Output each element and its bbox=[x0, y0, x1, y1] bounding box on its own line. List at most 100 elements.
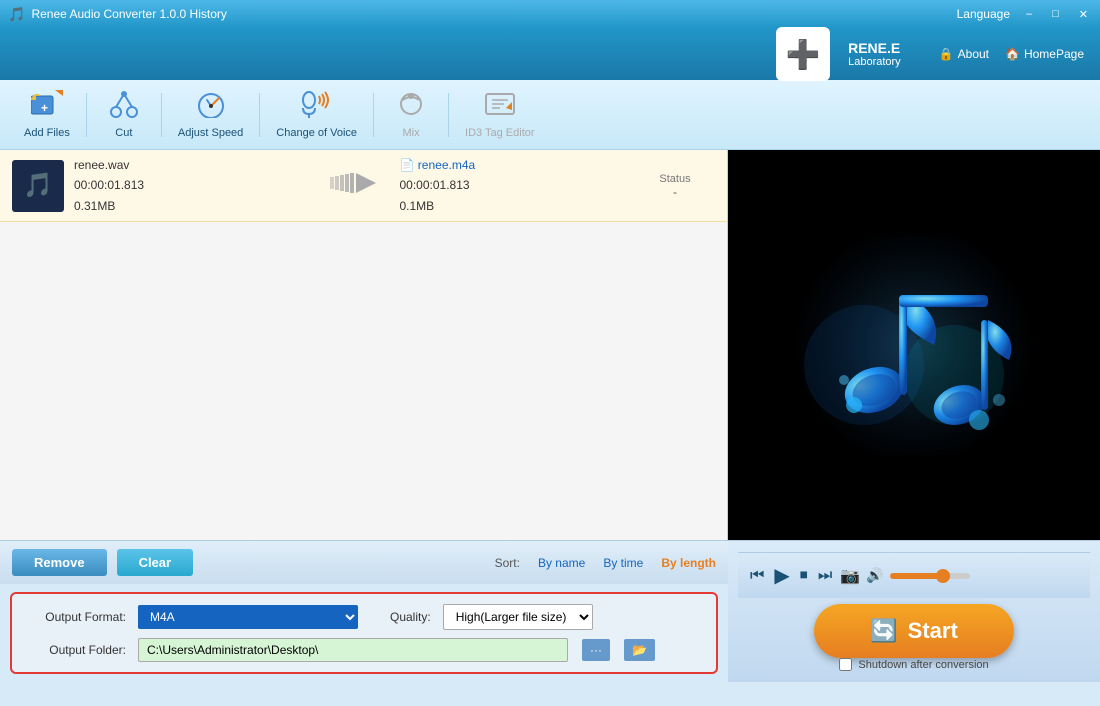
folder-row: Output Folder: ··· 📂 bbox=[26, 638, 702, 662]
top-nav: 🔒 About 🏠 HomePage bbox=[939, 47, 1084, 61]
sort-by-name[interactable]: By name bbox=[538, 556, 585, 570]
table-row: 🎵 renee.wav 00:00:01.813 0.31MB bbox=[0, 150, 727, 222]
volume-slider[interactable] bbox=[890, 573, 970, 579]
about-link[interactable]: 🔒 About bbox=[939, 47, 989, 61]
minimize-button[interactable]: – bbox=[1022, 6, 1036, 22]
logo-name: RENE.E bbox=[848, 40, 901, 56]
format-row: Output Format: M4A Quality: High(Larger … bbox=[26, 604, 702, 630]
add-files-label: Add Files bbox=[24, 127, 70, 139]
bottom-controls: Remove Clear Sort: By name By time By le… bbox=[0, 540, 728, 584]
bottom-split: Remove Clear Sort: By name By time By le… bbox=[0, 540, 1100, 682]
cut-button[interactable]: Cut bbox=[89, 86, 159, 143]
shutdown-checkbox[interactable] bbox=[839, 658, 852, 671]
home-icon: 🏠 bbox=[1005, 47, 1020, 61]
status-label: Status bbox=[635, 173, 715, 185]
id3-tag-label: ID3 Tag Editor bbox=[465, 127, 535, 139]
source-filename: renee.wav bbox=[74, 155, 310, 175]
sep-2 bbox=[161, 93, 162, 137]
shutdown-label: Shutdown after conversion bbox=[858, 659, 988, 671]
refresh-icon: 🔄 bbox=[870, 618, 897, 644]
file-thumbnail: 🎵 bbox=[12, 160, 64, 212]
skip-back-button[interactable]: ⏮ bbox=[748, 565, 766, 587]
output-name: renee.m4a bbox=[418, 158, 475, 172]
folder-open-button[interactable]: 📂 bbox=[624, 639, 655, 661]
add-files-icon: + bbox=[31, 90, 63, 125]
stop-button[interactable]: ⏹ bbox=[798, 565, 810, 587]
file-status: Status - bbox=[635, 173, 715, 199]
folder-browse-button[interactable]: ··· bbox=[582, 639, 610, 661]
folder-label: Output Folder: bbox=[26, 643, 126, 657]
mix-label: Mix bbox=[402, 127, 419, 139]
change-voice-icon bbox=[299, 90, 335, 125]
maximize-button[interactable]: □ bbox=[1048, 6, 1063, 22]
adjust-speed-icon bbox=[195, 90, 227, 125]
source-duration: 00:00:01.813 bbox=[74, 175, 310, 195]
top-area: ➕ RENE.E Laboratory 🔒 About 🏠 HomePage bbox=[0, 28, 1100, 80]
change-voice-label: Change of Voice bbox=[276, 127, 357, 139]
mix-button[interactable]: Mix bbox=[376, 86, 446, 143]
sort-label: Sort: bbox=[495, 556, 520, 570]
convert-arrow bbox=[310, 173, 400, 199]
logo-box: ➕ bbox=[776, 27, 830, 81]
adjust-speed-button[interactable]: Adjust Speed bbox=[164, 86, 257, 143]
format-label: Output Format: bbox=[26, 610, 126, 624]
cut-label: Cut bbox=[115, 127, 132, 139]
sort-by-time[interactable]: By time bbox=[603, 556, 643, 570]
folder-input[interactable] bbox=[138, 638, 568, 662]
toolbar: + Add Files Cut Adju bbox=[0, 80, 1100, 150]
output-settings: Output Format: M4A Quality: High(Larger … bbox=[10, 592, 718, 674]
bottom-left: Remove Clear Sort: By name By time By le… bbox=[0, 540, 728, 682]
right-links: ➕ RENE.E Laboratory 🔒 About 🏠 HomePage bbox=[776, 27, 1084, 81]
title-bar-right: Language – □ ✕ bbox=[957, 6, 1092, 23]
id3-tag-icon bbox=[484, 90, 516, 125]
source-info: renee.wav 00:00:01.813 0.31MB bbox=[74, 155, 310, 216]
music-visual bbox=[784, 235, 1044, 455]
logo-icon: ➕ bbox=[786, 38, 821, 71]
title-bar: 🎵 Renee Audio Converter 1.0.0 History La… bbox=[0, 0, 1100, 28]
adjust-speed-label: Adjust Speed bbox=[178, 127, 243, 139]
homepage-link[interactable]: 🏠 HomePage bbox=[1005, 47, 1084, 61]
player-controls: ⏮ ▶ ⏹ ⏭ 📷 🔊 bbox=[738, 552, 1090, 598]
sep-5 bbox=[448, 93, 449, 137]
title-bar-left: 🎵 Renee Audio Converter 1.0.0 History bbox=[8, 6, 227, 23]
shutdown-row: Shutdown after conversion bbox=[839, 658, 988, 671]
empty-area bbox=[0, 222, 727, 540]
skip-forward-button[interactable]: ⏭ bbox=[816, 565, 834, 587]
close-button[interactable]: ✕ bbox=[1075, 6, 1092, 23]
clear-button[interactable]: Clear bbox=[117, 549, 194, 576]
app-title: Renee Audio Converter 1.0.0 History bbox=[31, 7, 226, 21]
file-list-area: 🎵 renee.wav 00:00:01.813 0.31MB bbox=[0, 150, 728, 540]
sep-4 bbox=[373, 93, 374, 137]
logo-text-area: RENE.E Laboratory bbox=[848, 40, 901, 68]
lock-icon: 🔒 bbox=[939, 47, 954, 61]
output-size: 0.1MB bbox=[400, 196, 636, 216]
id3-tag-button[interactable]: ID3 Tag Editor bbox=[451, 86, 549, 143]
homepage-label: HomePage bbox=[1024, 47, 1084, 61]
output-info: 📄 renee.m4a 00:00:01.813 0.1MB bbox=[400, 155, 636, 216]
preview-area bbox=[728, 150, 1100, 540]
logo-subtitle: Laboratory bbox=[848, 56, 901, 68]
play-button[interactable]: ▶ bbox=[772, 561, 791, 590]
format-select[interactable]: M4A bbox=[138, 605, 358, 629]
main-area: 🎵 renee.wav 00:00:01.813 0.31MB bbox=[0, 150, 1100, 540]
add-files-button[interactable]: + Add Files bbox=[10, 86, 84, 143]
start-button[interactable]: 🔄 Start bbox=[814, 604, 1014, 658]
svg-text:+: + bbox=[41, 101, 48, 115]
output-filename: 📄 renee.m4a bbox=[400, 155, 636, 175]
sep-3 bbox=[259, 93, 260, 137]
sort-by-length[interactable]: By length bbox=[661, 556, 716, 570]
language-label: Language bbox=[957, 7, 1010, 21]
output-file-icon: 📄 bbox=[400, 158, 415, 172]
status-value: - bbox=[635, 185, 715, 199]
volume-icon: 🔊 bbox=[866, 567, 883, 584]
change-voice-button[interactable]: Change of Voice bbox=[262, 86, 371, 143]
sep-1 bbox=[86, 93, 87, 137]
output-duration: 00:00:01.813 bbox=[400, 175, 636, 195]
cut-icon bbox=[108, 90, 140, 125]
about-label: About bbox=[958, 47, 989, 61]
music-note-svg bbox=[784, 235, 1044, 455]
quality-select[interactable]: High(Larger file size) bbox=[443, 604, 593, 630]
music-note-icon: 🎵 bbox=[23, 171, 53, 200]
remove-button[interactable]: Remove bbox=[12, 549, 107, 576]
bottom-right: ⏮ ▶ ⏹ ⏭ 📷 🔊 🔄 Start Shutdown after conve… bbox=[728, 540, 1100, 682]
